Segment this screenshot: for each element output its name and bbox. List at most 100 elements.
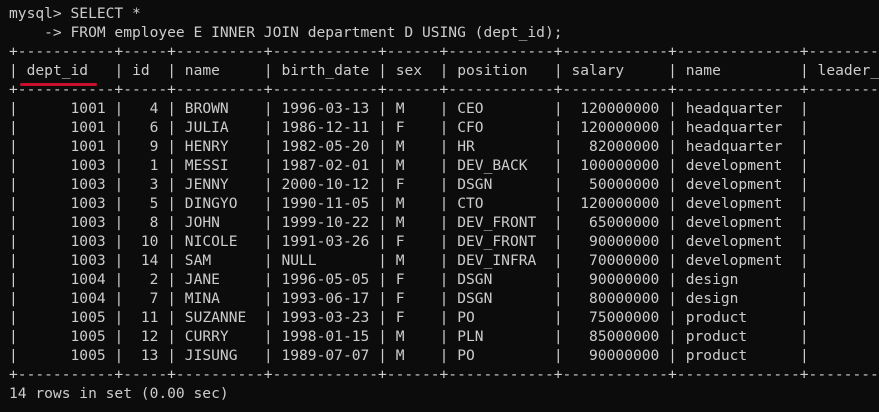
table-cell: JOHN <box>184 214 220 231</box>
table-cell: JENNY <box>184 176 229 193</box>
table-cell: 80000000 <box>589 290 660 307</box>
table-cell: 13 <box>140 347 159 364</box>
table-cell: 82000000 <box>589 138 660 155</box>
table-cell: 1003 <box>70 233 106 250</box>
table-cell: 1989-07-07 <box>281 347 370 364</box>
table-cell: M <box>395 328 405 345</box>
table-cell: 90000000 <box>589 271 660 288</box>
table-cell: CURRY <box>184 328 229 345</box>
table-cell: HR <box>457 138 475 155</box>
table-cell: 1001 <box>70 119 106 136</box>
table-cell: F <box>395 309 405 326</box>
column-header-id: id <box>132 62 150 79</box>
table-cell: MINA <box>184 290 220 307</box>
table-cell: SUZANNE <box>184 309 247 326</box>
table-cell: 1998-01-15 <box>281 328 370 345</box>
table-row: | 1005 | 12 | CURRY | 1998-01-15 | M | P… <box>9 328 809 345</box>
table-cell: 5 <box>149 195 159 212</box>
table-cell: PO <box>457 309 475 326</box>
table-cell: development <box>685 233 783 250</box>
table-cell: SAM <box>184 252 212 269</box>
table-cell: 14 <box>140 252 159 269</box>
table-cell: F <box>395 290 405 307</box>
table-cell: DEV_FRONT <box>457 233 537 250</box>
table-cell: 85000000 <box>589 328 660 345</box>
table-cell: 1003 <box>70 176 106 193</box>
table-cell: M <box>395 252 405 269</box>
table-row: | 1003 | 1 | MESSI | 1987-02-01 | M | DE… <box>9 157 809 174</box>
table-cell: development <box>685 157 783 174</box>
table-cell: 1004 <box>70 290 106 307</box>
table-cell: 75000000 <box>589 309 660 326</box>
table-cell: JANE <box>184 271 220 288</box>
table-cell: headquarter <box>685 119 783 136</box>
table-cell: F <box>395 271 405 288</box>
table-cell: 4 <box>149 100 159 117</box>
table-cell: 1987-02-01 <box>281 157 370 174</box>
table-cell: F <box>395 233 405 250</box>
table-cell: 70000000 <box>589 252 660 269</box>
result-footer: 14 rows in set (0.00 sec) <box>9 385 229 402</box>
table-cell: CFO <box>457 119 484 136</box>
table-cell: 1996-05-05 <box>281 271 370 288</box>
table-cell: 90000000 <box>589 233 660 250</box>
table-cell: design <box>685 271 739 288</box>
table-cell: development <box>685 176 783 193</box>
table-cell: 12 <box>140 328 159 345</box>
table-cell: 1993-06-17 <box>281 290 370 307</box>
table-cell: M <box>395 100 405 117</box>
table-cell: 2 <box>149 271 159 288</box>
table-cell: NICOLE <box>184 233 238 250</box>
table-cell: DINGYO <box>184 195 238 212</box>
table-cell: 50000000 <box>589 176 660 193</box>
column-header-name: name <box>184 62 220 79</box>
table-cell: product <box>685 309 748 326</box>
table-cell: DEV_FRONT <box>457 214 537 231</box>
table-cell: 1991-03-26 <box>281 233 370 250</box>
table-row: | 1003 | 10 | NICOLE | 1991-03-26 | F | … <box>9 233 809 250</box>
table-row: | 1001 | 9 | HENRY | 1982-05-20 | M | HR… <box>9 138 809 155</box>
table-cell: DSGN <box>457 176 493 193</box>
table-cell: 1003 <box>70 214 106 231</box>
table-cell: DEV_INFRA <box>457 252 537 269</box>
table-cell: MESSI <box>184 157 229 174</box>
column-header-leader-id: leader_id <box>817 62 879 79</box>
table-border-header: +-----------+-----+----------+----------… <box>9 81 879 98</box>
table-row: | 1004 | 2 | JANE | 1996-05-05 | F | DSG… <box>9 271 809 288</box>
table-cell: design <box>685 290 739 307</box>
table-cell: 9 <box>149 138 159 155</box>
table-header-row: | dept_id | id | name | birth_date | sex… <box>9 61 879 80</box>
table-cell: PLN <box>457 328 484 345</box>
table-row: | 1005 | 11 | SUZANNE | 1993-03-23 | F |… <box>9 309 809 326</box>
column-header-dept-id: dept_id <box>26 62 89 79</box>
column-header-salary: salary <box>571 62 625 79</box>
table-cell: 6 <box>149 119 159 136</box>
table-cell: 7 <box>149 290 159 307</box>
table-cell: 1005 <box>70 309 106 326</box>
table-cell: M <box>395 347 405 364</box>
table-cell: 1003 <box>70 195 106 212</box>
table-cell: DSGN <box>457 271 493 288</box>
table-cell: 120000000 <box>580 195 660 212</box>
table-cell: development <box>685 195 783 212</box>
table-cell: 3 <box>149 176 159 193</box>
terminal-window[interactable]: mysql> SELECT * -> FROM employee E INNER… <box>0 0 879 412</box>
table-border-bottom: +-----------+-----+----------+----------… <box>9 366 879 383</box>
table-cell: product <box>685 328 748 345</box>
table-row: | 1005 | 13 | JISUNG | 1989-07-07 | M | … <box>9 347 809 364</box>
table-border-top: +-----------+-----+----------+----------… <box>9 43 879 60</box>
table-cell: 2000-10-12 <box>281 176 370 193</box>
table-cell: 1005 <box>70 328 106 345</box>
table-cell: 1 <box>149 157 159 174</box>
table-cell: 1990-11-05 <box>281 195 370 212</box>
table-cell: DSGN <box>457 290 493 307</box>
table-cell: 1001 <box>70 100 106 117</box>
prompt-line: mysql> SELECT * <box>9 5 141 22</box>
table-cell: 1003 <box>70 252 106 269</box>
table-cell: 1993-03-23 <box>281 309 370 326</box>
table-cell: 65000000 <box>589 214 660 231</box>
table-cell: 11 <box>140 309 159 326</box>
table-row: | 1003 | 3 | JENNY | 2000-10-12 | F | DS… <box>9 176 809 193</box>
dept-id-underline <box>20 83 97 86</box>
table-cell: CEO <box>457 100 484 117</box>
